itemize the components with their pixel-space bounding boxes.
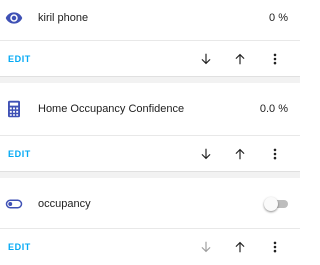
arrow-up-icon[interactable]	[230, 144, 250, 164]
arrow-down-icon	[196, 237, 216, 257]
entity-card-kiril-phone: kiril phone 0 % EDIT	[0, 0, 300, 77]
more-vertical-icon[interactable]	[265, 49, 285, 69]
occupancy-toggle[interactable]	[264, 197, 290, 211]
entity-name: kiril phone	[38, 12, 89, 24]
arrow-up-icon[interactable]	[230, 237, 250, 257]
arrow-down-icon[interactable]	[196, 49, 216, 69]
toggle-knob	[264, 197, 278, 211]
entity-name: occupancy	[38, 198, 91, 210]
calculator-icon	[4, 99, 24, 119]
entity-value: 0.0 %	[259, 103, 288, 115]
entity-row: Home Occupancy Confidence 0.0 %	[0, 91, 300, 127]
entity-row: kiril phone 0 %	[0, 0, 300, 36]
card-actions: EDIT	[0, 41, 300, 77]
entity-row: occupancy	[0, 186, 300, 222]
entity-value: 0 %	[269, 12, 288, 24]
eye-icon	[4, 8, 24, 28]
edit-button[interactable]: EDIT	[8, 136, 31, 172]
entity-card-occupancy: occupancy EDIT	[0, 178, 300, 260]
arrow-up-icon[interactable]	[230, 49, 250, 69]
arrow-down-icon[interactable]	[196, 144, 216, 164]
entity-card-home-occupancy-confidence: Home Occupancy Confidence 0.0 % EDIT	[0, 83, 300, 172]
more-vertical-icon[interactable]	[265, 144, 285, 164]
card-actions: EDIT	[0, 136, 300, 172]
toggle-switch-icon	[4, 194, 24, 214]
edit-button[interactable]: EDIT	[8, 41, 31, 77]
entity-name: Home Occupancy Confidence	[38, 103, 185, 115]
more-vertical-icon[interactable]	[265, 237, 285, 257]
